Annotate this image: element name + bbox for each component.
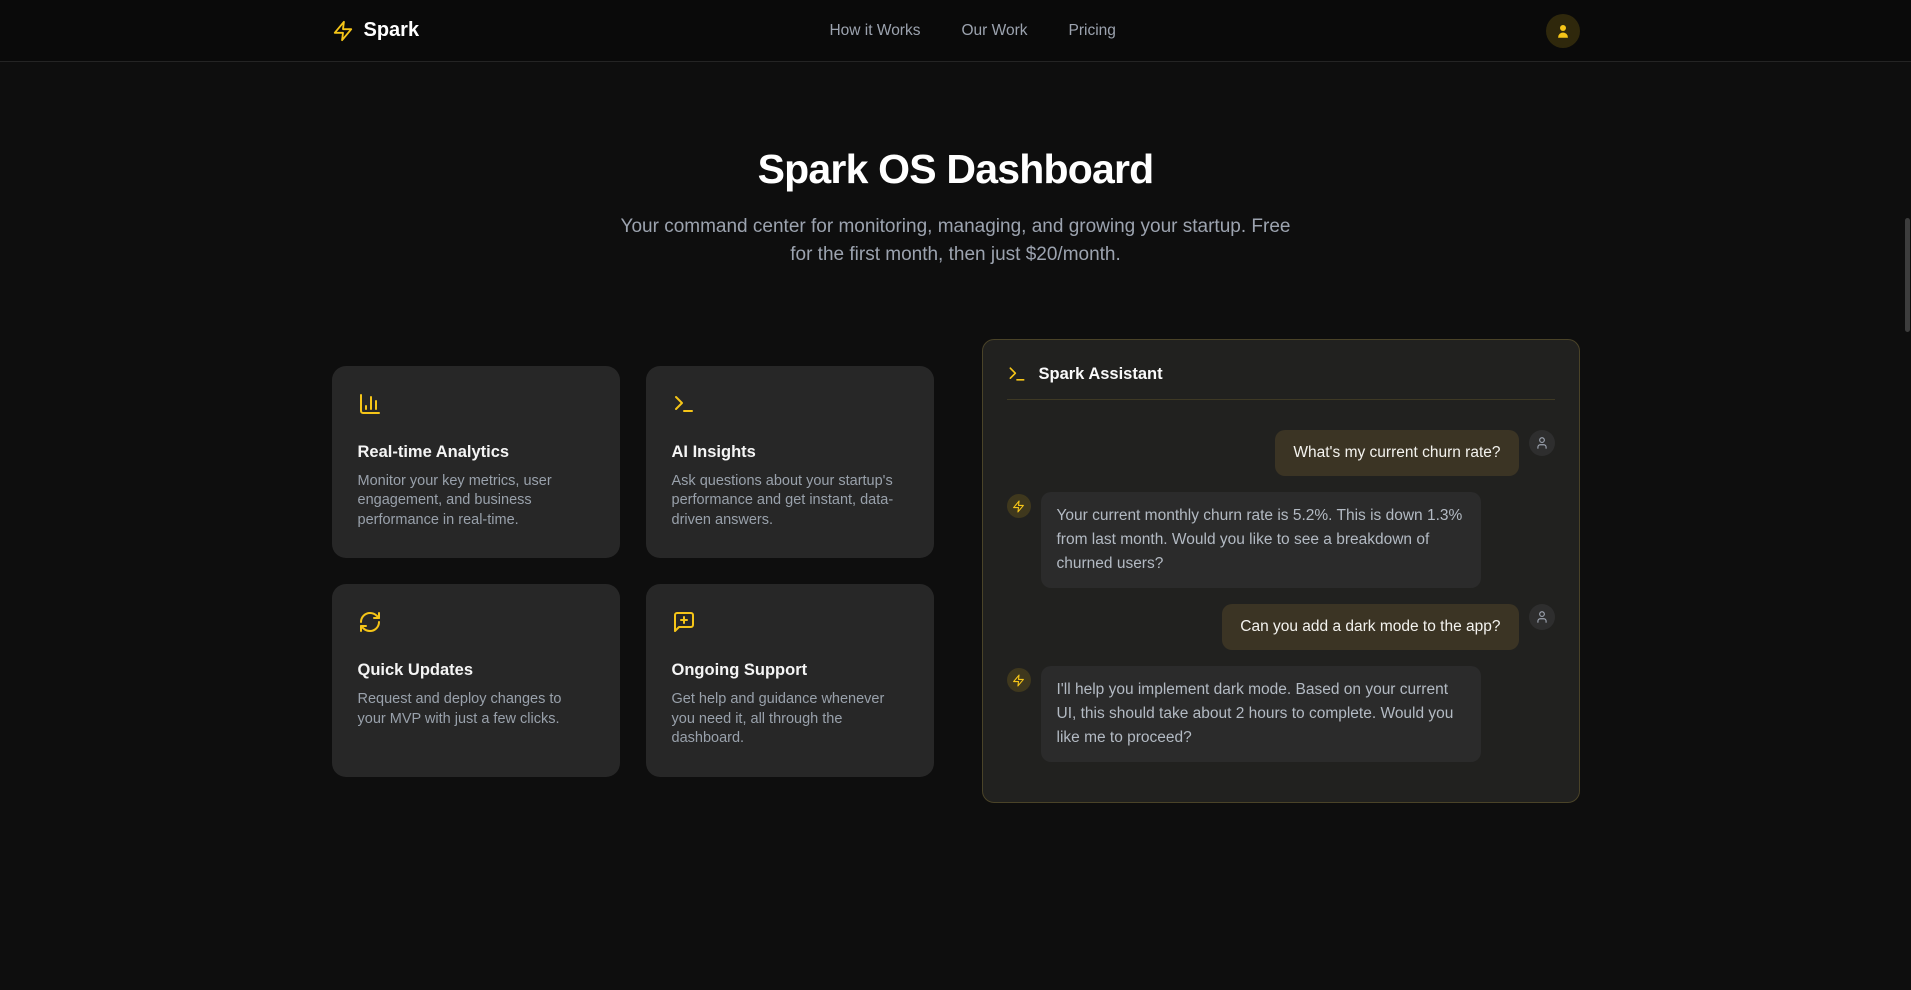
brand-name: Spark <box>364 19 420 42</box>
scrollbar-thumb[interactable] <box>1905 218 1910 332</box>
chat-message-assistant: Your current monthly churn rate is 5.2%.… <box>1007 492 1555 588</box>
feature-card-real-time-analytics: Real-time Analytics Monitor your key met… <box>332 366 620 559</box>
feature-title: Real-time Analytics <box>358 443 594 462</box>
user-icon <box>1554 22 1572 40</box>
user-icon <box>1535 610 1549 624</box>
assistant-message-bubble: I'll help you implement dark mode. Based… <box>1041 666 1481 762</box>
feature-grid: Real-time Analytics Monitor your key met… <box>332 366 934 777</box>
feature-title: AI Insights <box>672 443 908 462</box>
feature-description: Monitor your key metrics, user engagemen… <box>358 472 594 531</box>
hero-section: Spark OS Dashboard Your command center f… <box>0 62 1911 269</box>
assistant-avatar <box>1007 494 1031 518</box>
main-content: Real-time Analytics Monitor your key met… <box>332 339 1580 803</box>
spark-assistant-panel: Spark Assistant What's my current churn … <box>982 339 1580 803</box>
refresh-icon <box>358 610 382 634</box>
feature-title: Ongoing Support <box>672 661 908 680</box>
nav-link-how-it-works[interactable]: How it Works <box>829 22 920 40</box>
feature-card-ai-insights: AI Insights Ask questions about your sta… <box>646 366 934 559</box>
chat-panel-header: Spark Assistant <box>1007 364 1555 400</box>
user-message-bubble: Can you add a dark mode to the app? <box>1222 604 1518 650</box>
terminal-icon <box>672 392 696 416</box>
user-avatar <box>1529 604 1555 630</box>
zap-icon <box>332 20 354 42</box>
bar-chart-icon <box>358 392 382 416</box>
chat-message-user: Can you add a dark mode to the app? <box>1007 604 1555 650</box>
feature-card-ongoing-support: Ongoing Support Get help and guidance wh… <box>646 584 934 777</box>
nav-link-our-work[interactable]: Our Work <box>961 22 1027 40</box>
assistant-message-bubble: Your current monthly churn rate is 5.2%.… <box>1041 492 1481 588</box>
chat-messages: What's my current churn rate? Your curre… <box>1007 430 1555 762</box>
feature-description: Ask questions about your startup's perfo… <box>672 472 908 531</box>
nav-inner: Spark How it Works Our Work Pricing <box>332 0 1580 61</box>
chat-panel-title: Spark Assistant <box>1039 365 1163 384</box>
feature-card-quick-updates: Quick Updates Request and deploy changes… <box>332 584 620 777</box>
nav-link-pricing[interactable]: Pricing <box>1069 22 1116 40</box>
terminal-icon <box>1007 364 1027 384</box>
chat-message-assistant: I'll help you implement dark mode. Based… <box>1007 666 1555 762</box>
user-avatar <box>1529 430 1555 456</box>
brand-logo[interactable]: Spark <box>332 19 420 42</box>
feature-description: Request and deploy changes to your MVP w… <box>358 690 594 729</box>
chat-message-user: What's my current churn rate? <box>1007 430 1555 476</box>
user-icon <box>1535 436 1549 450</box>
user-message-bubble: What's my current churn rate? <box>1275 430 1518 476</box>
page-scrollbar[interactable] <box>1904 0 1911 990</box>
feature-description: Get help and guidance whenever you need … <box>672 690 908 749</box>
top-nav: Spark How it Works Our Work Pricing <box>0 0 1911 62</box>
page-subtitle: Your command center for monitoring, mana… <box>611 213 1301 269</box>
page-title: Spark OS Dashboard <box>0 146 1911 193</box>
nav-links: How it Works Our Work Pricing <box>829 22 1115 40</box>
zap-icon <box>1012 674 1025 687</box>
user-avatar-button[interactable] <box>1546 14 1580 48</box>
feature-title: Quick Updates <box>358 661 594 680</box>
message-square-plus-icon <box>672 610 696 634</box>
assistant-avatar <box>1007 668 1031 692</box>
zap-icon <box>1012 500 1025 513</box>
